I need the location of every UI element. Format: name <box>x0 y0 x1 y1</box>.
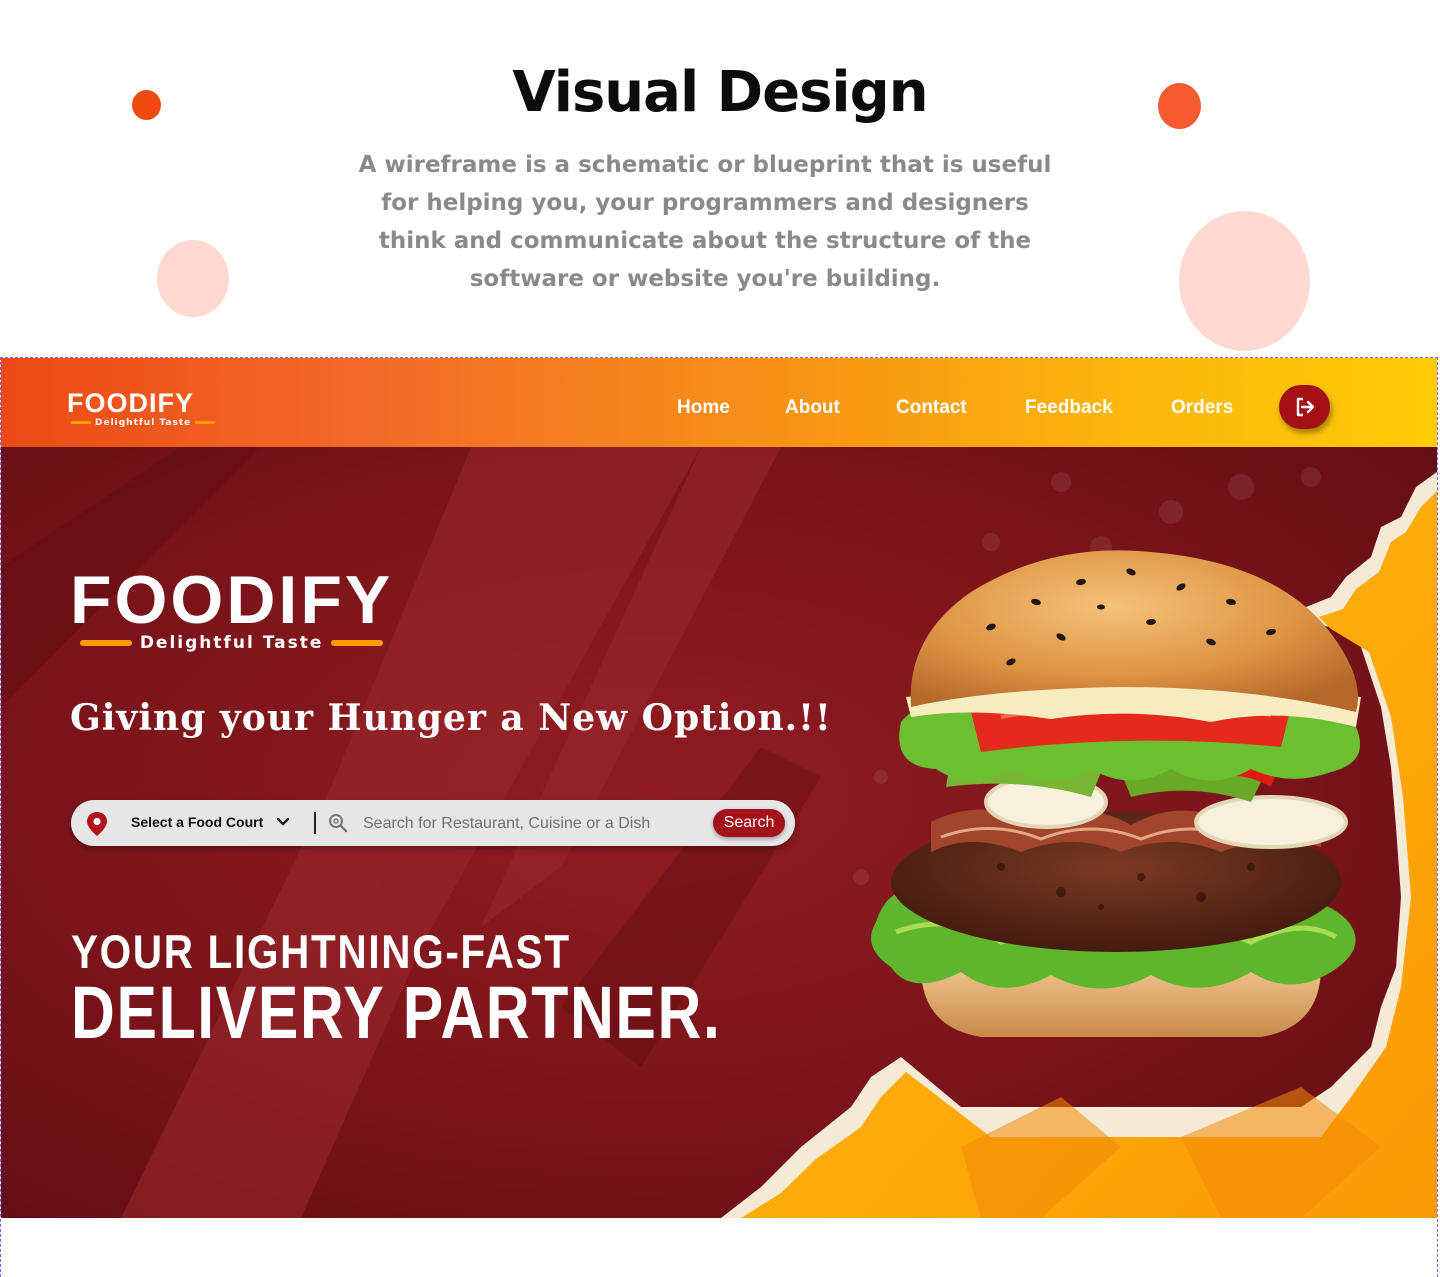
hero-logo-text: FOODIFY <box>70 562 394 638</box>
navbar: FOODIFY Delightful Taste Home About Cont… <box>1 358 1437 447</box>
search-input[interactable] <box>361 810 765 838</box>
hero-logo: FOODIFY Delightful Taste <box>70 566 393 653</box>
decor-dot <box>1179 211 1310 351</box>
logout-button[interactable] <box>1279 385 1330 429</box>
location-pin-icon <box>87 812 107 836</box>
nav-feedback[interactable]: Feedback <box>1025 397 1113 419</box>
hero-logo-tagline: Delightful Taste <box>70 633 393 653</box>
food-court-select[interactable]: Select a Food Court <box>131 814 263 830</box>
website-mockup: FOODIFY Delightful Taste Home About Cont… <box>0 357 1438 1277</box>
logout-icon <box>1296 397 1314 417</box>
section-title: Visual Design <box>512 60 928 125</box>
headline-line-2: DELIVERY PARTNER. <box>71 971 722 1054</box>
nav-about[interactable]: About <box>785 397 840 419</box>
chevron-down-icon[interactable] <box>277 817 289 827</box>
intro-section: Visual Design A wireframe is a schematic… <box>0 0 1440 357</box>
headline-line-1: YOUR LIGHTNING-FAST <box>71 925 571 978</box>
logo-text: FOODIFY <box>67 388 194 418</box>
hero-section: FOODIFY Delightful Taste Giving your Hun… <box>1 447 1437 1218</box>
nav-orders[interactable]: Orders <box>1171 397 1233 419</box>
logo-tagline: Delightful Taste <box>67 418 219 428</box>
decor-dot <box>157 240 229 317</box>
nav-contact[interactable]: Contact <box>896 397 967 419</box>
hero-slogan: Giving your Hunger a New Option.!! <box>70 697 832 739</box>
search-button[interactable]: Search <box>713 809 785 837</box>
search-bar: Select a Food Court Search <box>71 800 795 846</box>
search-icon <box>329 814 348 833</box>
nav-home[interactable]: Home <box>677 397 730 419</box>
search-divider <box>314 812 316 834</box>
burger-image <box>871 550 1361 1037</box>
section-description: A wireframe is a schematic or blueprint … <box>358 152 1052 292</box>
brand-logo[interactable]: FOODIFY Delightful Taste <box>67 388 219 429</box>
